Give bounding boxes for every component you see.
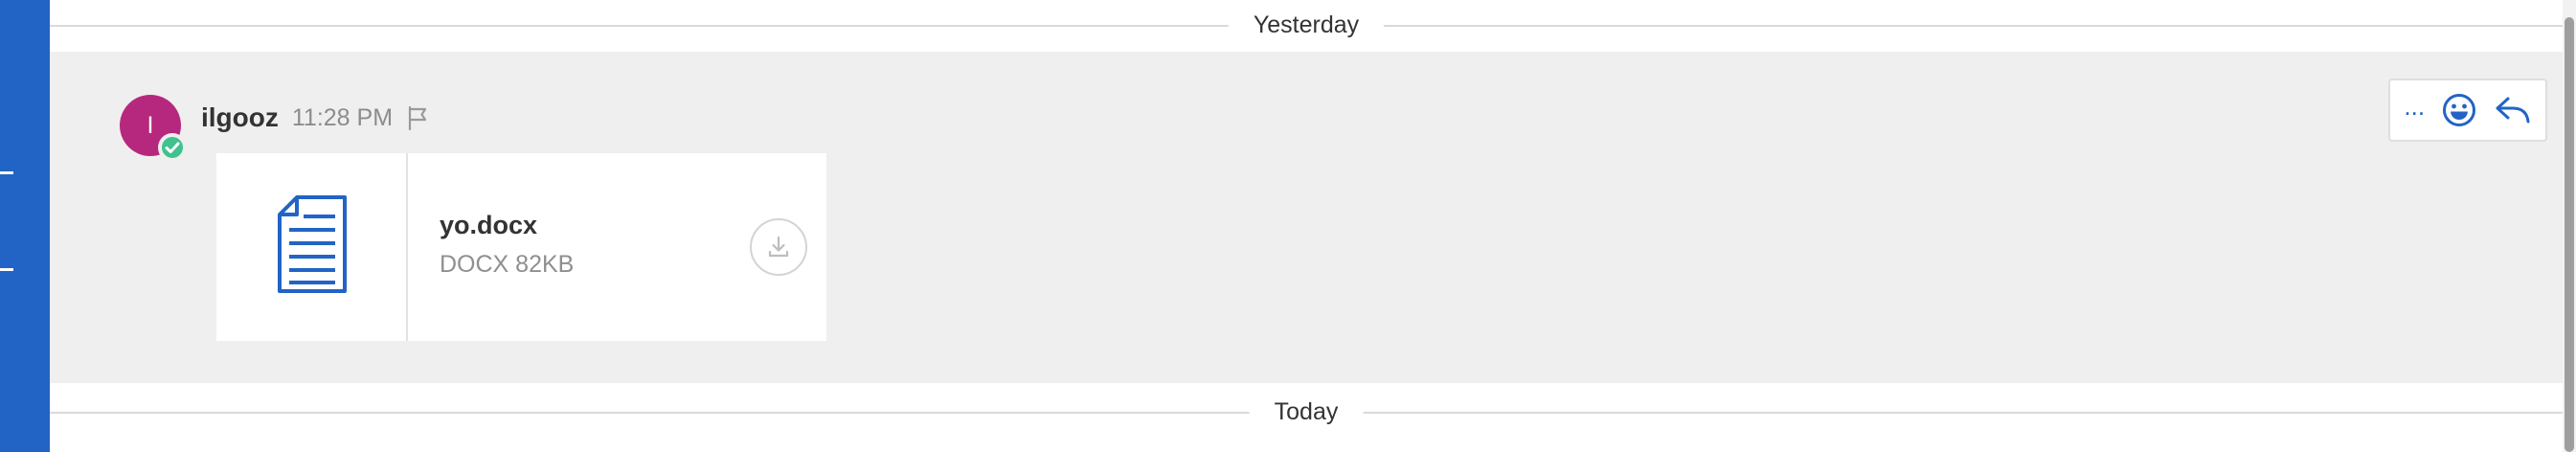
download-icon bbox=[768, 236, 789, 258]
emoji-icon[interactable] bbox=[2441, 92, 2477, 128]
scrollbar[interactable] bbox=[2563, 0, 2576, 452]
file-attachment-card[interactable]: yo.docx DOCX 82KB bbox=[216, 153, 826, 341]
file-thumbnail bbox=[216, 153, 408, 341]
date-separator-yesterday: Yesterday bbox=[50, 13, 2563, 37]
online-status-badge bbox=[158, 133, 187, 162]
message-actions-toolbar: ... bbox=[2388, 79, 2547, 142]
date-separator-today: Today bbox=[50, 400, 2563, 424]
rail-marker bbox=[0, 268, 13, 271]
check-icon bbox=[165, 142, 180, 153]
separator-label: Yesterday bbox=[1228, 13, 1385, 37]
document-icon bbox=[278, 195, 347, 293]
attachment-filename[interactable]: yo.docx bbox=[440, 211, 537, 240]
author-name[interactable]: ilgooz bbox=[201, 102, 279, 133]
attachment-meta: DOCX 82KB bbox=[440, 251, 575, 278]
scrollbar-thumb[interactable] bbox=[2565, 17, 2574, 452]
rail-marker bbox=[0, 171, 13, 174]
message-header: ilgooz 11:28 PM bbox=[201, 98, 431, 138]
reply-icon[interactable] bbox=[2494, 94, 2532, 126]
more-actions-button[interactable]: ... bbox=[2404, 94, 2425, 124]
message-item: I ilgooz 11:28 PM yo.docx DOCX 82KB ... bbox=[50, 52, 2563, 383]
separator-label: Today bbox=[1249, 400, 1364, 424]
left-sidebar-rail bbox=[0, 0, 50, 452]
download-button[interactable] bbox=[750, 218, 807, 276]
message-time: 11:28 PM bbox=[291, 103, 394, 131]
flag-icon[interactable] bbox=[404, 104, 431, 131]
